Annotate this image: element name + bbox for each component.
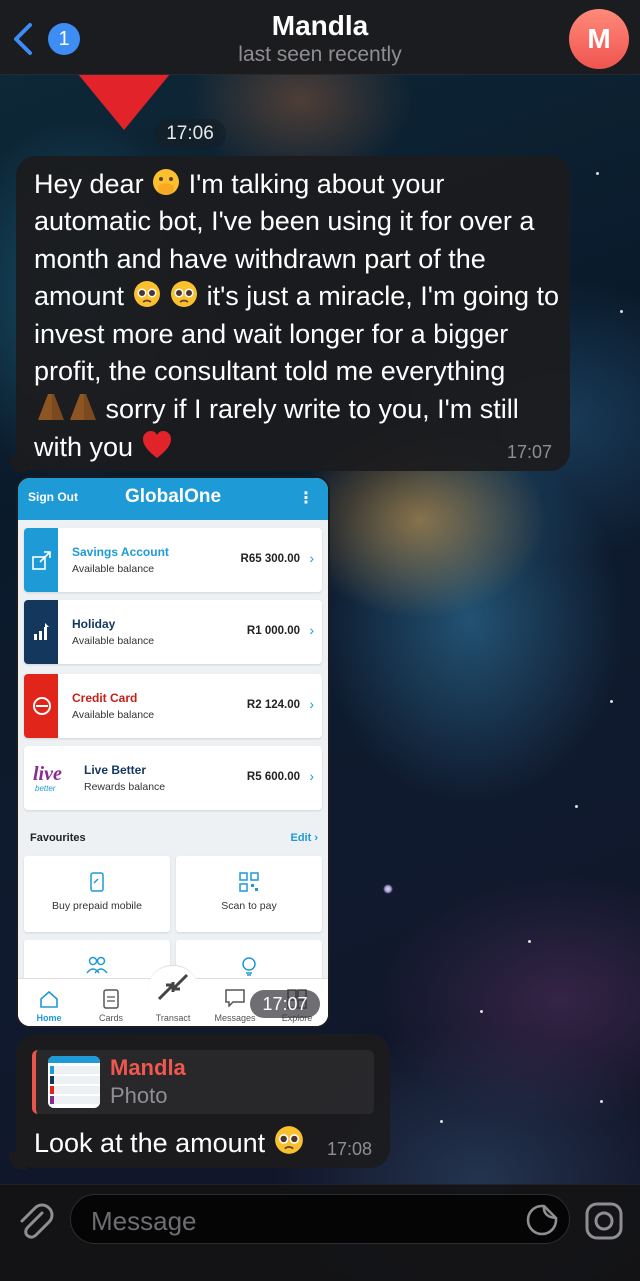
avatar[interactable]: M [569,9,629,69]
account-sub: Available balance [72,635,155,647]
chat-header: 1 Mandla last seen recently M [0,0,640,75]
tab-home: Home [18,979,80,1026]
pleading-face-emoji-icon [133,281,160,308]
star [528,940,531,943]
chevron-right-icon: › [309,550,314,566]
star [600,1100,603,1103]
chevron-right-icon: › [309,696,314,712]
account-name: Holiday [72,617,116,631]
account-name: Live Better [84,763,147,777]
message-input-placeholder: Message [91,1206,197,1236]
photo-time: 17:07 [250,990,320,1018]
red-heart-emoji-icon [142,430,171,458]
account-card: Holiday Available balance R1 000.00 › [24,600,322,664]
favourite-label: Buy prepaid mobile [52,900,142,912]
star [596,172,599,175]
account-card: Savings Account Available balance R65 30… [24,528,322,592]
account-sub: Available balance [72,563,155,575]
incoming-reply-message[interactable]: Mandla Photo Look at the amount 17:08 [16,1034,390,1168]
star [440,1120,443,1123]
cards-icon [80,989,142,1014]
chevron-right-icon: › [309,768,314,784]
message-text: Look at the amount [34,1124,305,1159]
tab-transact: Transact [142,979,204,1026]
account-amount: R2 124.00 [246,699,300,711]
svg-text:live: live [33,763,62,785]
time-pill: 17:06 [154,119,226,149]
message-time: 17:08 [326,1139,372,1159]
attachment-icon[interactable] [16,1201,54,1241]
folded-hands-emoji-icon [38,394,96,421]
svg-text:better: better [35,784,56,793]
kebab-menu-icon: ⋮ [298,490,314,507]
home-icon [18,989,80,1014]
star [575,805,578,808]
account-amount: R1 000.00 [246,625,300,637]
message-input[interactable]: Message [70,1194,570,1244]
heart-decoration [78,74,170,130]
tab-label: Transact [155,1013,191,1023]
favourites-edit-label: Edit [290,832,312,844]
favourite-tile: Scan to pay [176,856,322,932]
message-text-part: Look at the amount [34,1128,273,1158]
banking-app-body: Savings Account Available balance R65 30… [18,520,328,1026]
mobile-icon [24,872,170,897]
message-text-part [162,281,170,311]
qr-icon [176,872,322,897]
reply-preview[interactable]: Mandla Photo [32,1050,374,1114]
message-time: 17:07 [506,442,552,462]
face-with-hand-over-mouth-emoji-icon [153,169,180,195]
reply-thumbnail [48,1056,100,1108]
bank-logo: GlobalOne [124,486,222,507]
account-amount: R5 600.00 [246,771,300,783]
message-text-part: Hey dear [34,169,152,199]
favourite-label: Scan to pay [221,900,277,912]
tab-label: Cards [98,1013,123,1023]
message-text: Hey dear I'm talking about your automati… [34,166,564,466]
message-text-part: sorry if I rarely write to you, I'm stil… [34,394,519,462]
incoming-message-bubble[interactable]: Hey dear I'm talking about your automati… [16,156,570,471]
star [383,884,393,894]
people-icon [24,956,170,979]
tab-label: Home [36,1013,62,1023]
chevron-right-icon: › [309,622,314,638]
favourites-title: Favourites [30,832,86,844]
favourite-tile: Buy prepaid mobile [24,856,170,932]
live-better-logo: livebetter [33,763,62,793]
favourites-edit-link: Edit › [290,832,318,844]
camera-icon[interactable] [584,1201,624,1241]
message-composer: Message [0,1184,640,1281]
tab-cards: Cards [80,979,142,1026]
account-name: Credit Card [72,691,138,705]
banking-app-header: Sign Out GlobalOne ⋮ [18,478,328,520]
account-sub: Available balance [72,709,155,721]
account-name: Savings Account [72,545,169,559]
last-seen-status: last seen recently [238,43,402,66]
reply-media-type: Photo [110,1083,168,1108]
star [610,700,613,703]
pleading-face-emoji-icon [274,1126,303,1154]
sticker-icon[interactable] [525,1203,559,1237]
star [620,310,623,313]
account-card: live better Live Better Rewards balance R… [24,746,322,810]
transfer-icon [32,551,51,570]
growth-chart-icon [34,623,49,640]
chat-title[interactable]: Mandla [0,10,640,42]
reply-sender-name: Mandla [110,1055,186,1080]
star [480,1010,483,1013]
pleading-face-emoji-icon [171,281,198,308]
account-amount: R65 300.00 [240,553,300,565]
account-sub: Rewards balance [84,781,166,793]
card-logo-icon [33,697,51,715]
account-card: Credit Card Available balance R2 124.00 … [24,674,322,738]
photo-message[interactable]: Sign Out GlobalOne ⋮ Savings Account Ava… [16,476,330,1028]
